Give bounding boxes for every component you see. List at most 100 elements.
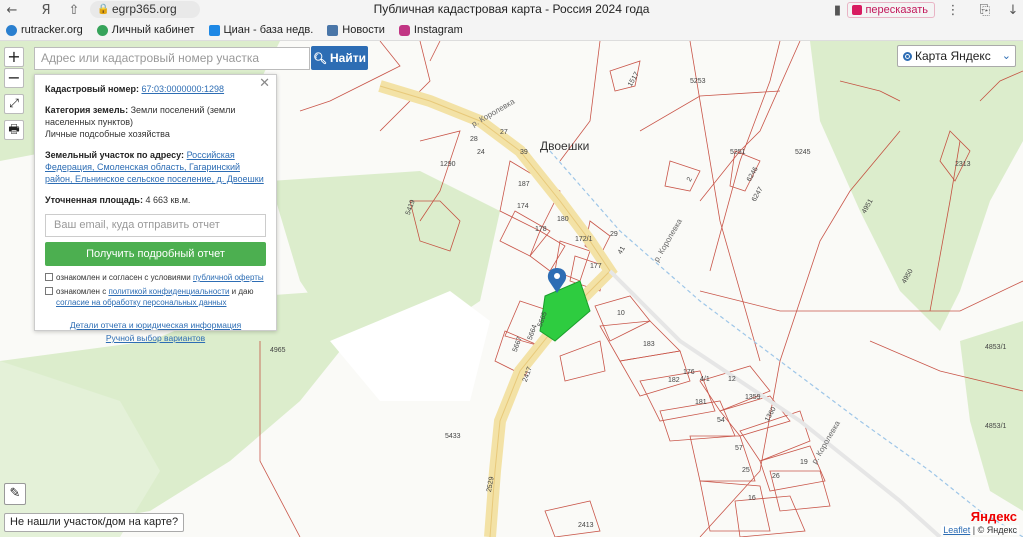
parcel-number: 4853/1: [985, 423, 1007, 430]
bookmark-icon[interactable]: ▮: [827, 3, 847, 18]
map-layer-select[interactable]: Карта Яндекс ⌄: [897, 45, 1016, 67]
bookmark-label: Instagram: [413, 24, 463, 36]
privacy-link[interactable]: политикой конфиденциальности: [108, 287, 229, 296]
consent-offer-checkbox[interactable]: [45, 273, 53, 281]
yandex-logo: Яндекс: [971, 509, 1017, 524]
parcel-number: 4853/1: [985, 344, 1007, 351]
parcel-number: 54: [717, 417, 725, 424]
bookmark-label: rutracker.org: [21, 24, 83, 36]
retell-label: пересказать: [865, 4, 928, 16]
bookmark-cian[interactable]: Циан - база недв.: [208, 24, 314, 36]
parcel-number: 5433: [445, 433, 461, 440]
parcel-number: 2313: [955, 161, 971, 168]
email-field[interactable]: Ваш email, куда отправить отчет: [45, 214, 266, 237]
search-icon: 🔍︎: [313, 51, 327, 65]
parcel-number: 39: [520, 149, 528, 156]
instagram-icon: [398, 24, 410, 36]
share-icon[interactable]: ⇧: [64, 3, 84, 18]
consent-and-label: и даю: [231, 287, 254, 296]
comments-icon[interactable]: ⎘: [975, 3, 995, 18]
parcel-number: 178: [535, 226, 547, 233]
retell-button[interactable]: пересказать: [847, 2, 935, 18]
village-label: Двоешки: [540, 139, 590, 153]
search-input[interactable]: Адрес или кадастровый номер участка: [34, 47, 310, 70]
parcel-number: 180: [557, 216, 569, 223]
parcel-number: 24: [477, 149, 485, 156]
parcel-number: 12: [728, 376, 736, 383]
cad-number-link[interactable]: 67:03:0000000:1298: [141, 84, 224, 94]
bookmark-rutracker[interactable]: rutracker.org: [6, 24, 83, 36]
back-arrow-icon[interactable]: ←: [2, 3, 22, 18]
forest-area: [810, 41, 1023, 331]
get-report-button[interactable]: Получить подробный отчет: [45, 242, 266, 266]
bookmark-label: Личный кабинет: [111, 24, 195, 36]
use-value: Личные подсобные хозяйства: [45, 129, 170, 139]
consent-privacy-row: ознакомлен с политикой конфиденциальност…: [45, 286, 266, 308]
parcel-number: 177: [590, 263, 602, 270]
consent-offer-row: ознакомлен и согласен с условиями публич…: [45, 272, 266, 283]
bookmark-instagram[interactable]: Instagram: [398, 24, 463, 36]
consent-offer-text: ознакомлен и согласен с условиями публич…: [56, 272, 264, 283]
lock-icon: 🔒: [97, 4, 110, 15]
consent-privacy-label: ознакомлен с: [56, 287, 107, 296]
offer-link[interactable]: публичной оферты: [193, 273, 264, 282]
parcel-number: 27: [500, 129, 508, 136]
cad-number-row: Кадастровый номер: 67:03:0000000:1298: [45, 83, 266, 95]
search-button[interactable]: 🔍︎ Найти: [311, 46, 368, 70]
browser-toolbar: ← Я ⇧ 🔒 egrp365.org Публичная кадастрова…: [0, 0, 1023, 20]
vk-icon: [327, 24, 339, 36]
cabinet-icon: [96, 24, 108, 36]
radio-icon: [903, 51, 912, 61]
consent-privacy-checkbox[interactable]: [45, 287, 53, 295]
download-icon[interactable]: ↓: [1003, 3, 1023, 18]
leaflet-link[interactable]: Leaflet: [943, 525, 970, 535]
parcel-number: 172/1: [575, 236, 593, 243]
fullscreen-icon[interactable]: ⤢: [4, 94, 24, 114]
cian-icon: [208, 24, 220, 36]
manual-select-link[interactable]: Ручной выбор вариантов: [106, 333, 205, 343]
category-label: Категория земель:: [45, 105, 129, 115]
address-bar[interactable]: 🔒 egrp365.org: [90, 1, 200, 18]
personal-data-link[interactable]: согласие на обработку персональных данны…: [56, 298, 226, 307]
zoom-out-button[interactable]: −: [4, 68, 24, 88]
area-label: Уточненная площадь:: [45, 195, 143, 205]
yandex-logo-letter: Я: [970, 509, 981, 524]
parcel-number: 5253: [690, 78, 706, 85]
yandex-browser-icon[interactable]: Я: [36, 3, 56, 18]
search-button-label: Найти: [329, 51, 366, 65]
parcel-number: 2413: [578, 522, 594, 529]
chevron-down-icon: ⌄: [1001, 49, 1011, 62]
layer-selected: Карта Яндекс: [915, 49, 991, 63]
bookmark-cabinet[interactable]: Личный кабинет: [96, 24, 195, 36]
parcel-number: 187: [518, 181, 530, 188]
close-icon[interactable]: ✕: [259, 77, 270, 90]
address-label: Земельный участок по адресу:: [45, 150, 185, 160]
parcel-number: 26: [772, 473, 780, 480]
bookmark-label: Циан - база недв.: [223, 24, 314, 36]
yandex-logo-rest: ндекс: [980, 509, 1017, 524]
cad-number-label: Кадастровый номер:: [45, 84, 139, 94]
bookmark-label: Новости: [342, 24, 385, 36]
parcel-info-panel: ✕ Кадастровый номер: 67:03:0000000:1298 …: [34, 74, 277, 343]
details-link[interactable]: Детали отчета и юридическая информация: [70, 320, 241, 330]
parcel-number: 25: [742, 467, 750, 474]
consent-privacy-text: ознакомлен с политикой конфиденциальност…: [56, 286, 266, 308]
rutracker-icon: [6, 24, 17, 36]
parcel-number: 4965: [270, 347, 286, 354]
print-icon[interactable]: 🖶: [4, 120, 24, 140]
parcel-number: 176: [683, 369, 695, 376]
area-value: 4 663 кв.м.: [145, 195, 191, 205]
menu-dots-icon[interactable]: ⋮: [943, 3, 963, 18]
measure-icon[interactable]: ✎: [4, 483, 26, 505]
parcel-number: 174: [517, 203, 529, 210]
parcel-number: 182: [668, 377, 680, 384]
parcel-number: 19: [800, 459, 808, 466]
not-found-button[interactable]: Не нашли участок/дом на карте?: [4, 513, 185, 532]
bookmark-news[interactable]: Новости: [327, 24, 385, 36]
parcel-number: 28: [470, 136, 478, 143]
parcel-number: 181: [695, 399, 707, 406]
address-row: Земельный участок по адресу: Российская …: [45, 149, 266, 185]
area-row: Уточненная площадь: 4 663 кв.м.: [45, 194, 266, 206]
retell-icon: [852, 5, 863, 15]
zoom-in-button[interactable]: +: [4, 47, 24, 67]
